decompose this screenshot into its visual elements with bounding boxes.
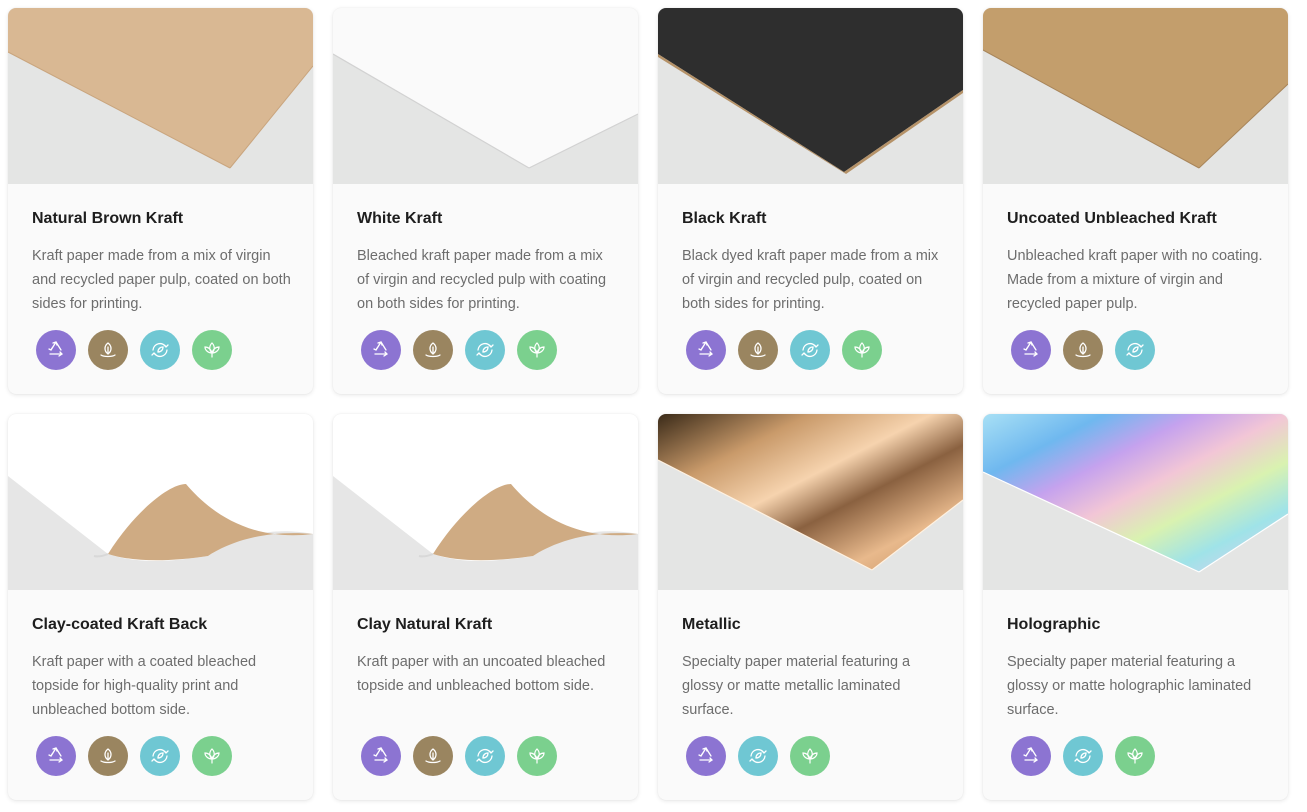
material-card[interactable]: Holographic Specialty paper material fea… [983, 414, 1288, 800]
kraft-white-sample-image [333, 8, 638, 184]
material-card[interactable]: Metallic Specialty paper material featur… [658, 414, 963, 800]
material-image [8, 414, 313, 590]
biodegradable-icon [88, 736, 128, 776]
material-card[interactable]: Clay Natural Kraft Kraft paper with an u… [333, 414, 638, 800]
material-description: Specialty paper material featuring a glo… [682, 654, 911, 718]
recyclable-icon [36, 330, 76, 370]
paper-material-grid: Natural Brown Kraft Kraft paper made fro… [0, 0, 1307, 812]
recyclable-icon [1011, 330, 1051, 370]
recycled-content-icon [465, 330, 505, 370]
material-description: Kraft paper with a coated bleached topsi… [32, 654, 257, 718]
plant-based-icon [192, 736, 232, 776]
recycled-content-icon [140, 736, 180, 776]
material-title: Clay-coated Kraft Back [32, 616, 208, 633]
plant-based-icon [192, 330, 232, 370]
material-title: Black Kraft [682, 210, 767, 227]
biodegradable-icon [738, 330, 778, 370]
recyclable-icon [1011, 736, 1051, 776]
recycled-content-icon [790, 330, 830, 370]
eco-badges [686, 330, 882, 370]
clay-coated-kraft-back-sample-image [8, 414, 313, 590]
material-description: Specialty paper material featuring a glo… [1007, 654, 1252, 718]
kraft-black-sample-image [658, 8, 963, 184]
material-description: Bleached kraft paper made from a mix of … [357, 248, 607, 312]
plant-based-icon [517, 330, 557, 370]
plant-based-icon [517, 736, 557, 776]
recycled-content-icon [1115, 330, 1155, 370]
recyclable-icon [361, 736, 401, 776]
eco-badges [1011, 736, 1155, 776]
material-image [983, 414, 1288, 590]
material-title: Holographic [1007, 616, 1101, 633]
material-title: White Kraft [357, 210, 443, 227]
recycled-content-icon [1063, 736, 1103, 776]
material-card[interactable]: Clay-coated Kraft Back Kraft paper with … [8, 414, 313, 800]
material-description: Kraft paper made from a mix of virgin an… [32, 248, 291, 312]
kraft-uncoated-sample-image [983, 8, 1288, 184]
biodegradable-icon [413, 330, 453, 370]
kraft-brown-sample-image [8, 8, 313, 184]
material-image [333, 8, 638, 184]
material-description: Unbleached kraft paper with no coating. … [1007, 248, 1263, 312]
metallic-sample-image [658, 414, 963, 590]
material-title: Natural Brown Kraft [32, 210, 184, 227]
material-title: Uncoated Unbleached Kraft [1007, 210, 1217, 227]
eco-badges [36, 330, 232, 370]
material-title: Clay Natural Kraft [357, 616, 493, 633]
plant-based-icon [1115, 736, 1155, 776]
material-image [333, 414, 638, 590]
biodegradable-icon [1063, 330, 1103, 370]
eco-badges [361, 736, 557, 776]
eco-badges [686, 736, 830, 776]
material-title: Metallic [682, 616, 741, 633]
recycled-content-icon [738, 736, 778, 776]
material-description: Kraft paper with an uncoated bleached to… [357, 654, 606, 694]
material-card[interactable]: Uncoated Unbleached Kraft Unbleached kra… [983, 8, 1288, 394]
recyclable-icon [361, 330, 401, 370]
material-image [983, 8, 1288, 184]
plant-based-icon [842, 330, 882, 370]
material-card[interactable]: Natural Brown Kraft Kraft paper made fro… [8, 8, 313, 394]
material-description: Black dyed kraft paper made from a mix o… [682, 248, 939, 312]
recyclable-icon [686, 736, 726, 776]
holographic-sample-image [983, 414, 1288, 590]
biodegradable-icon [88, 330, 128, 370]
biodegradable-icon [413, 736, 453, 776]
eco-badges [36, 736, 232, 776]
material-card[interactable]: White Kraft Bleached kraft paper made fr… [333, 8, 638, 394]
material-image [658, 414, 963, 590]
clay-natural-kraft-sample-image [333, 414, 638, 590]
recyclable-icon [36, 736, 76, 776]
recycled-content-icon [465, 736, 505, 776]
plant-based-icon [790, 736, 830, 776]
material-image [658, 8, 963, 184]
recyclable-icon [686, 330, 726, 370]
eco-badges [361, 330, 557, 370]
recycled-content-icon [140, 330, 180, 370]
eco-badges [1011, 330, 1155, 370]
material-image [8, 8, 313, 184]
material-card[interactable]: Black Kraft Black dyed kraft paper made … [658, 8, 963, 394]
